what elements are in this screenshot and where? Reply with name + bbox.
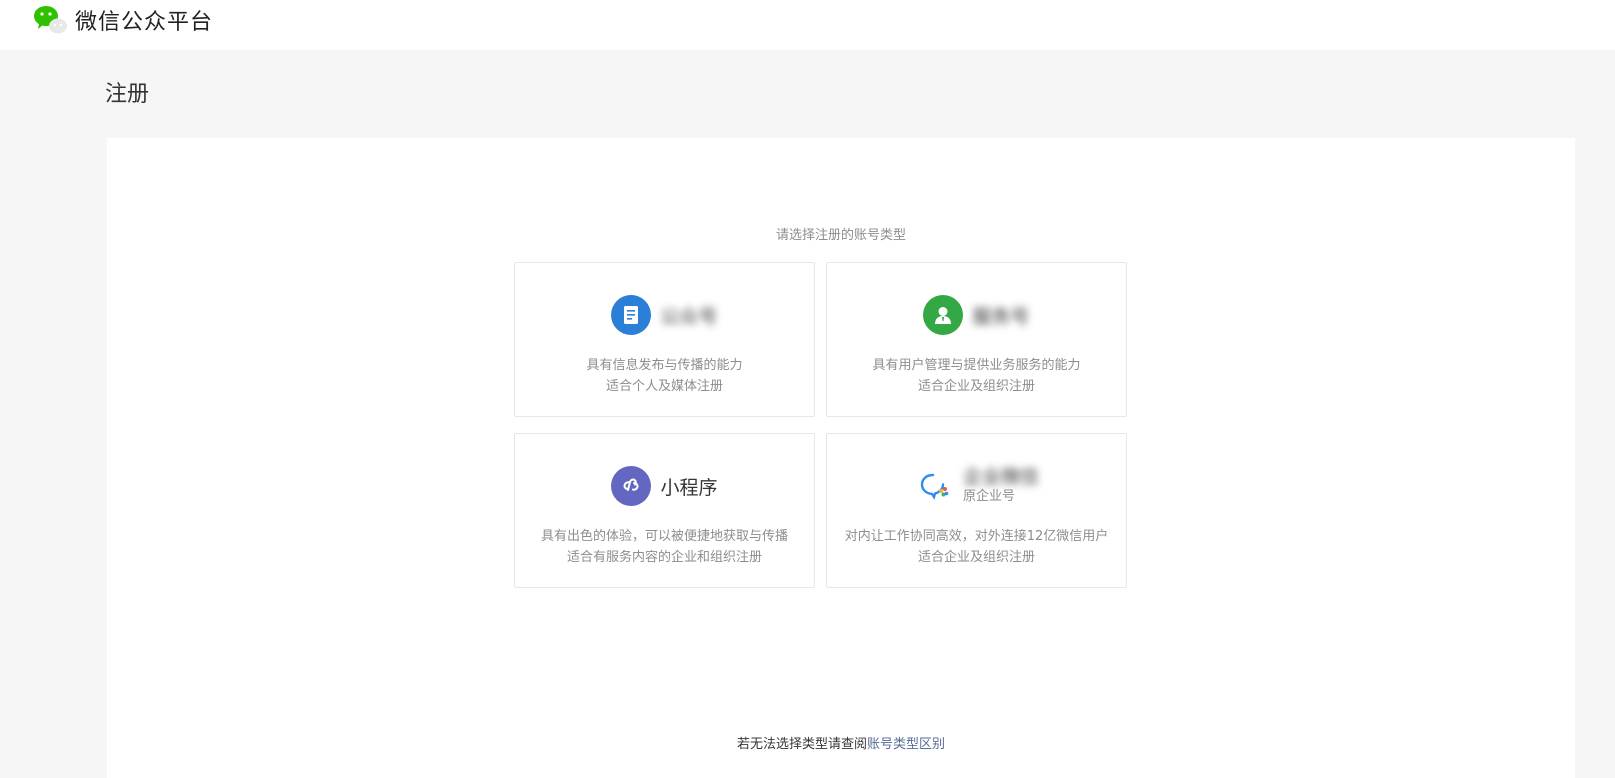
card-desc-line: 适合企业及组织注册 bbox=[917, 550, 1035, 565]
page-title: 注册 bbox=[105, 82, 150, 107]
card-description: 具有出色的体验，可以被便捷地获取与传播 适合有服务内容的企业和组织注册 bbox=[515, 526, 814, 568]
platform-title: 微信公众平台 bbox=[75, 10, 214, 35]
card-description: 具有用户管理与提供业务服务的能力 适合企业及组织注册 bbox=[827, 355, 1126, 397]
card-desc-line: 对内让工作协同高效，对外连接12亿微信用户 bbox=[844, 529, 1109, 544]
card-wecom[interactable]: 企业微信 原企业号 对内让工作协同高效，对外连接12亿微信用户 适合企业及组织注… bbox=[826, 433, 1127, 588]
account-type-difference-link[interactable]: 账号类型区别 bbox=[867, 737, 945, 752]
card-description: 具有信息发布与传播的能力 适合个人及媒体注册 bbox=[515, 355, 814, 397]
card-service-account[interactable]: 服务号 具有用户管理与提供业务服务的能力 适合企业及组织注册 bbox=[826, 262, 1127, 417]
card-title: 服务号 bbox=[972, 305, 1030, 328]
card-desc-line: 具有出色的体验，可以被便捷地获取与传播 bbox=[540, 529, 788, 544]
card-desc-line: 适合个人及媒体注册 bbox=[605, 379, 723, 394]
card-title: 公众号 bbox=[660, 305, 718, 328]
card-mini-program[interactable]: 小程序 具有出色的体验，可以被便捷地获取与传播 适合有服务内容的企业和组织注册 bbox=[514, 433, 815, 588]
wechat-logo-icon bbox=[33, 4, 69, 36]
card-title: 小程序 bbox=[660, 476, 718, 499]
logo[interactable]: 微信公众平台 bbox=[33, 4, 213, 36]
card-desc-line: 适合企业及组织注册 bbox=[917, 379, 1035, 394]
card-desc-line: 具有用户管理与提供业务服务的能力 bbox=[872, 358, 1081, 373]
card-desc-line: 适合有服务内容的企业和组织注册 bbox=[566, 550, 762, 565]
select-prompt: 请选择注册的账号类型 bbox=[775, 228, 906, 243]
official-account-icon bbox=[611, 295, 652, 335]
service-account-icon bbox=[923, 295, 964, 335]
card-title: 企业微信 bbox=[962, 466, 1039, 488]
card-subtitle: 原企业号 bbox=[962, 489, 1015, 504]
card-official-account[interactable]: 公众号 具有信息发布与传播的能力 适合个人及媒体注册 bbox=[514, 262, 815, 417]
wecom-icon bbox=[913, 466, 954, 506]
footer-note: 若无法选择类型请查阅账号类型区别 bbox=[107, 733, 1575, 752]
top-bar: 微信公众平台 bbox=[0, 0, 1615, 50]
footer-text: 若无法选择类型请查阅 bbox=[736, 737, 867, 752]
mini-program-icon bbox=[611, 466, 652, 506]
card-desc-line: 具有信息发布与传播的能力 bbox=[586, 358, 743, 373]
account-type-panel: 请选择注册的账号类型 公众号 具有信息发布与传播的能力 适合个人及媒体注册 服务… bbox=[107, 138, 1575, 778]
card-title-group: 企业微信 原企业号 bbox=[963, 466, 1039, 506]
card-description: 对内让工作协同高效，对外连接12亿微信用户 适合企业及组织注册 bbox=[827, 526, 1126, 568]
